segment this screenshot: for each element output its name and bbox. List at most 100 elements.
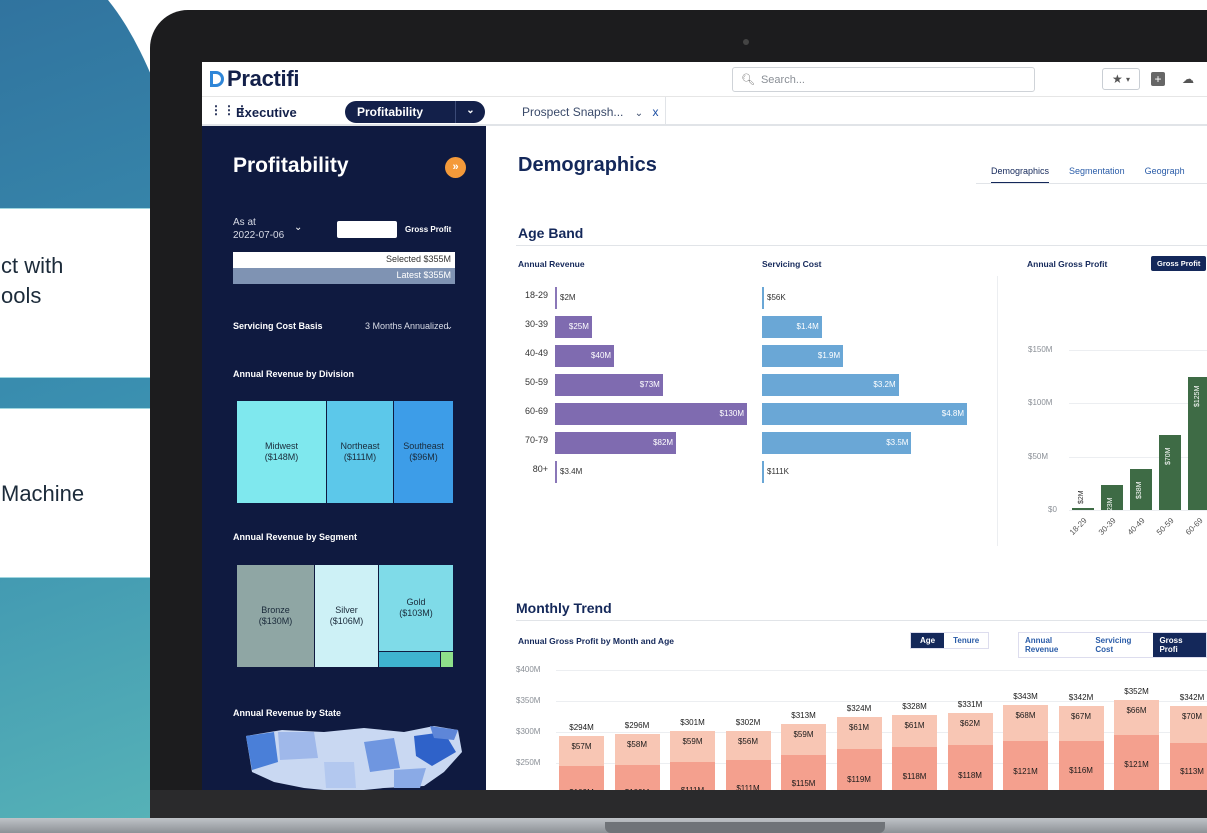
stack-segment[interactable]: $116M — [1058, 741, 1104, 790]
southeast-name: Southeast — [403, 441, 444, 451]
gross-profit-button[interactable]: Gross Profit — [1151, 256, 1207, 271]
treemap-silver[interactable]: Silver ($106M) — [315, 565, 378, 667]
toggle-servicing-cost[interactable]: Servicing Cost — [1089, 633, 1153, 657]
treemap-midwest[interactable]: Midwest ($148M) — [237, 401, 326, 503]
stack-segment[interactable]: $109M — [559, 765, 604, 790]
stack-segment[interactable]: $113M — [1169, 742, 1207, 790]
bar-total-label: $301M — [680, 718, 705, 728]
latest-bar: Latest $355M — [233, 268, 455, 284]
cost-bar[interactable]: $4.8M — [762, 403, 967, 425]
revenue-bar[interactable]: $73M — [555, 374, 663, 396]
revenue-bar[interactable]: $25M — [555, 316, 592, 338]
app-name: Executive — [236, 105, 297, 120]
stack-segment[interactable]: $56M — [725, 730, 771, 761]
treemap-small-segment[interactable] — [379, 652, 440, 667]
cost-bar[interactable]: $1.4M — [762, 316, 822, 338]
stack-segment[interactable]: $68M — [1003, 705, 1048, 742]
tab-geography[interactable]: Geograph — [1145, 166, 1185, 184]
setup-button[interactable]: ☁ — [1176, 68, 1200, 90]
add-button[interactable]: + — [1146, 68, 1170, 90]
bar-total-label: $313M — [791, 710, 816, 720]
chevron-down-icon[interactable]: ⌄ — [635, 108, 643, 119]
stack-segment[interactable]: $119M — [836, 749, 882, 790]
stack-segment[interactable]: $58M — [614, 734, 660, 766]
treemap-bronze[interactable]: Bronze ($130M) — [237, 565, 314, 667]
practifi-logo[interactable]: Practifi — [210, 66, 299, 92]
y-tick-label: $300M — [516, 727, 541, 736]
toggle-age[interactable]: Age — [911, 633, 945, 648]
stack-segment[interactable]: $111M — [670, 762, 715, 790]
y-tick-label: $100M — [1028, 398, 1053, 408]
stack-segment[interactable]: $70M — [1169, 705, 1207, 743]
gross-profit-heading: Annual Gross Profit — [1027, 259, 1108, 269]
chart-divider — [997, 276, 998, 546]
cost-bar[interactable]: $111K — [762, 461, 822, 483]
revenue-bar[interactable]: $82M — [555, 432, 677, 454]
close-icon[interactable]: x — [652, 105, 658, 119]
date-chevron-icon[interactable]: ⌄ — [294, 222, 302, 233]
stack-segment[interactable]: $57M — [559, 735, 604, 766]
tab-demographics[interactable]: Demographics — [991, 166, 1050, 184]
chevron-down-icon[interactable]: ⌄ — [455, 101, 485, 123]
northeast-name: Northeast — [340, 441, 380, 451]
callout-text-1: ct with — [1, 253, 64, 278]
x-tick-label: 60-69 — [1183, 516, 1205, 537]
stack-segment[interactable]: $59M — [670, 731, 715, 763]
stack-segment[interactable]: $115M — [781, 755, 826, 790]
stack-segment[interactable]: $121M — [1114, 734, 1159, 790]
cost-bar[interactable]: $3.5M — [762, 432, 912, 454]
favorites-button[interactable]: ★ ▾ — [1102, 68, 1140, 90]
y-tick-label: $200M — [516, 789, 540, 790]
age-label: 80+ — [532, 464, 548, 474]
view-tabs: Demographics Segmentation Geograph — [991, 166, 1185, 184]
gross-profit-bar[interactable] — [1072, 507, 1094, 510]
bar-total-label: $331M — [957, 699, 983, 709]
bar-total-label: $352M — [1124, 686, 1149, 696]
stack-segment[interactable]: $118M — [892, 746, 937, 790]
stack-segment[interactable]: $111M — [725, 760, 771, 790]
search-input[interactable]: 🔍︎ Search... — [732, 67, 1035, 92]
revenue-bar[interactable]: $40M — [555, 345, 615, 367]
stack-segment[interactable]: $118M — [947, 745, 993, 790]
treemap-southeast[interactable]: Southeast ($96M) — [394, 401, 453, 503]
gridline — [1069, 456, 1207, 458]
collapse-icon[interactable]: » — [445, 157, 466, 178]
toggle-annual-rev[interactable]: Annual Rev — [337, 221, 398, 238]
cost-bar[interactable]: $1.9M — [762, 345, 844, 367]
toggle-tenure[interactable]: Tenure — [944, 633, 988, 648]
tab-segmentation[interactable]: Segmentation — [1069, 166, 1125, 184]
stack-segment[interactable]: $61M — [892, 714, 937, 747]
stack-segment[interactable]: $109M — [614, 765, 660, 790]
tab-prospect-snapshot[interactable]: Prospect Snapsh... ⌄ x — [486, 97, 666, 126]
monthly-trend-divider — [516, 620, 1207, 621]
bar-value-label: $23M — [1107, 497, 1114, 516]
laptop-bezel — [150, 790, 1207, 818]
treemap-northeast[interactable]: Northeast ($111M) — [327, 401, 393, 503]
stack-segment[interactable]: $59M — [781, 723, 826, 756]
stack-segment[interactable]: $121M — [1003, 741, 1048, 790]
search-icon: 🔍︎ — [741, 74, 755, 86]
servicing-cost-basis-select[interactable]: 3 Months Annualized⌄ — [365, 321, 453, 332]
selected-bar: Selected $355M — [233, 252, 455, 268]
treemap-tiny-segment[interactable] — [441, 652, 453, 667]
cost-bar[interactable]: $3.2M — [762, 374, 899, 396]
x-tick-label: 50-59 — [1154, 516, 1176, 537]
toggle-annual-revenue[interactable]: Annual Revenue — [1019, 633, 1089, 657]
revenue-bar[interactable]: $130M — [555, 403, 747, 425]
stack-segment[interactable]: $62M — [947, 712, 993, 746]
cost-bar[interactable]: $56K — [762, 287, 822, 309]
treemap-gold[interactable]: Gold ($103M) — [379, 565, 453, 651]
stack-segment[interactable]: $66M — [1114, 699, 1159, 735]
revenue-bar[interactable]: $3.4M — [555, 461, 615, 483]
tab-profitability[interactable]: Profitability ⌄ — [345, 101, 485, 123]
tab-prospect-label: Prospect Snapsh... — [522, 105, 624, 119]
revenue-bar[interactable]: $2M — [555, 287, 615, 309]
stack-segment[interactable]: $61M — [836, 717, 882, 750]
segment-treemap: Bronze ($130M) Silver ($106M) Gold ($103M) — [237, 565, 453, 667]
logo-mark-icon — [210, 71, 224, 87]
state-title: Annual Revenue by State — [233, 708, 342, 718]
toggle-gross-profit[interactable]: Gross Profit — [397, 221, 459, 238]
us-state-map[interactable] — [244, 722, 464, 790]
stack-segment[interactable]: $67M — [1058, 705, 1104, 742]
toggle-gross-profit-metric[interactable]: Gross Profi — [1153, 633, 1206, 657]
